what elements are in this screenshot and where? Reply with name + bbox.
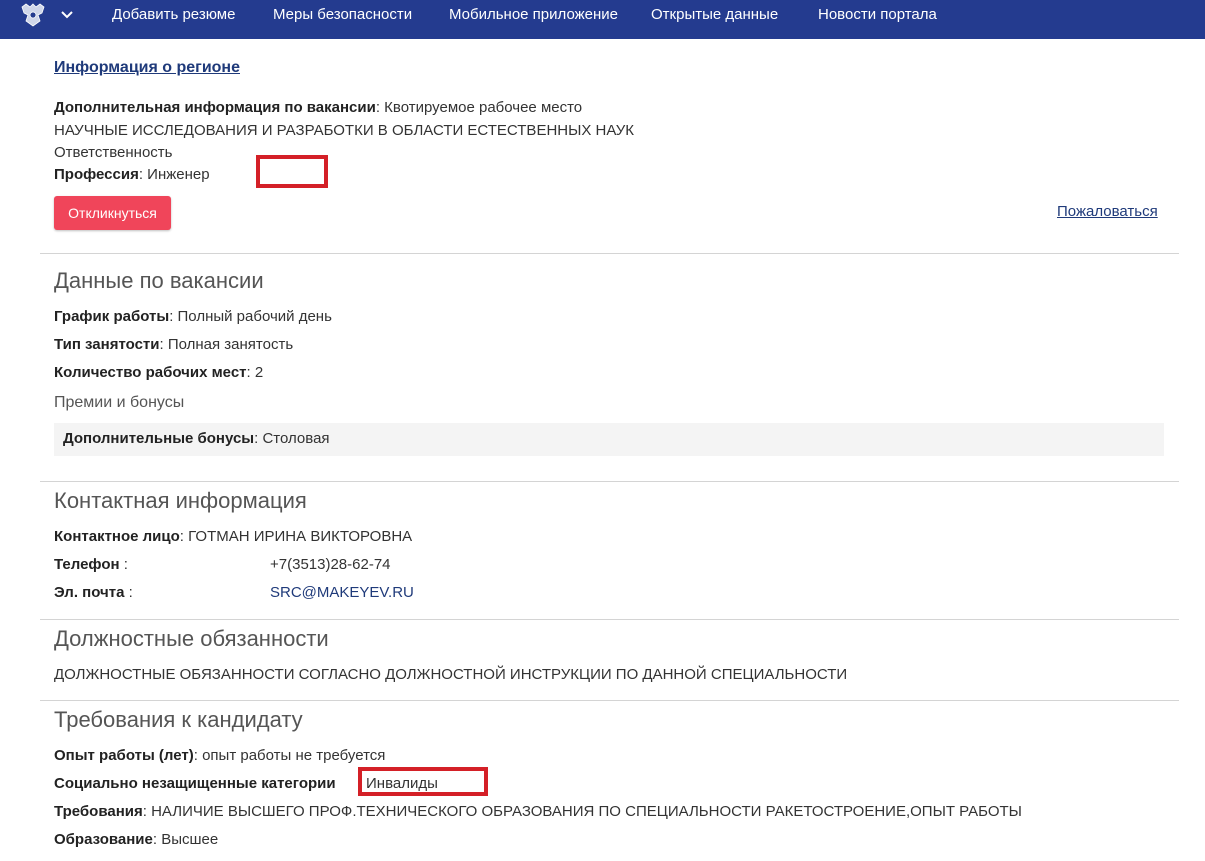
industry-text: НАУЧНЫЕ ИССЛЕДОВАНИЯ И РАЗРАБОТКИ В ОБЛА… xyxy=(54,122,635,139)
additional-info-value: : Квотируемое рабочее место xyxy=(375,99,583,116)
experience-row: Опыт работы (лет): опыт работы не требуе… xyxy=(54,747,385,764)
section-divider xyxy=(40,253,1179,254)
employment-label: Тип занятости xyxy=(54,336,160,353)
bonuses-heading: Премии и бонусы xyxy=(54,394,185,411)
bonus-value: : Столовая xyxy=(254,430,330,447)
education-row: Образование: Высшее xyxy=(54,831,218,848)
phone-label: Телефон xyxy=(54,556,120,573)
social-category-label: Социально незащищенные категории xyxy=(54,775,336,792)
requirements-row: Требования: НАЛИЧИЕ ВЫСШЕГО ПРОФ.ТЕХНИЧЕ… xyxy=(54,803,1022,820)
respond-button[interactable]: Откликнуться xyxy=(54,196,171,230)
bonus-row: Дополнительные бонусы: Столовая xyxy=(63,430,330,447)
chevron-down-icon[interactable] xyxy=(60,10,74,20)
region-info-link[interactable]: Информация о регионе xyxy=(54,59,240,77)
nav-safety-measures[interactable]: Меры безопасности xyxy=(273,6,412,23)
profession-value: : Инженер xyxy=(138,166,210,183)
quality-text: Ответственность xyxy=(54,144,173,161)
coat-of-arms-icon[interactable] xyxy=(18,1,48,29)
schedule-row: График работы: Полный рабочий день xyxy=(54,308,332,325)
additional-info-label: Дополнительная информация по вакансии xyxy=(54,99,376,116)
profession-row: Профессия: Инженер xyxy=(54,166,210,183)
education-label: Образование xyxy=(54,831,153,848)
phone-value[interactable]: +7(3513)28-62-74 xyxy=(270,556,391,573)
contact-title: Контактная информация xyxy=(54,488,307,513)
schedule-label: График работы xyxy=(54,308,170,325)
places-value: : 2 xyxy=(246,364,264,381)
experience-value: : опыт работы не требуется xyxy=(193,747,386,764)
requirements-value: : НАЛИЧИЕ ВЫСШЕГО ПРОФ.ТЕХНИЧЕСКОГО ОБРА… xyxy=(142,803,1022,820)
email-label: Эл. почта xyxy=(54,584,125,601)
nav-portal-news[interactable]: Новости портала xyxy=(818,6,937,23)
top-navbar: Добавить резюме Меры безопасности Мобиль… xyxy=(0,0,1205,39)
complain-link[interactable]: Пожаловаться xyxy=(1057,203,1158,220)
places-row: Количество рабочих мест: 2 xyxy=(54,364,263,381)
contact-person-row: Контактное лицо: ГОТМАН ИРИНА ВИКТОРОВНА xyxy=(54,528,412,545)
highlight-box-social xyxy=(358,767,488,796)
section-divider xyxy=(40,700,1179,701)
schedule-value: : Полный рабочий день xyxy=(169,308,332,325)
duties-title: Должностные обязанности xyxy=(54,626,329,651)
nav-open-data[interactable]: Открытые данные xyxy=(651,6,778,23)
email-separator: : xyxy=(124,584,133,601)
phone-row: Телефон : xyxy=(54,556,128,573)
email-link[interactable]: SRC@MAKEYEV.RU xyxy=(270,584,414,601)
employment-value: : Полная занятость xyxy=(159,336,294,353)
social-category-row: Социально незащищенные категории xyxy=(54,775,336,792)
contact-person-label: Контактное лицо xyxy=(54,528,180,545)
additional-info-row: Дополнительная информация по вакансии: К… xyxy=(54,99,582,116)
requirements-label: Требования xyxy=(54,803,143,820)
highlight-box-empty xyxy=(256,155,328,188)
places-label: Количество рабочих мест xyxy=(54,364,247,381)
experience-label: Опыт работы (лет) xyxy=(54,747,194,764)
profession-label: Профессия xyxy=(54,166,139,183)
duties-text: ДОЛЖНОСТНЫЕ ОБЯЗАННОСТИ СОГЛАСНО ДОЛЖНОС… xyxy=(54,666,848,683)
contact-person-value: : ГОТМАН ИРИНА ВИКТОРОВНА xyxy=(179,528,413,545)
requirements-title: Требования к кандидату xyxy=(54,707,303,732)
education-value: : Высшее xyxy=(152,831,219,848)
nav-mobile-app[interactable]: Мобильное приложение xyxy=(449,6,618,23)
nav-add-resume[interactable]: Добавить резюме xyxy=(112,6,235,23)
email-row: Эл. почта : xyxy=(54,584,133,601)
section-divider xyxy=(40,619,1179,620)
employment-row: Тип занятости: Полная занятость xyxy=(54,336,293,353)
bonus-panel: Дополнительные бонусы: Столовая xyxy=(54,423,1164,456)
section-divider xyxy=(40,481,1179,482)
phone-separator: : xyxy=(119,556,128,573)
vacancy-data-title: Данные по вакансии xyxy=(54,268,264,293)
bonus-label: Дополнительные бонусы xyxy=(63,430,255,447)
